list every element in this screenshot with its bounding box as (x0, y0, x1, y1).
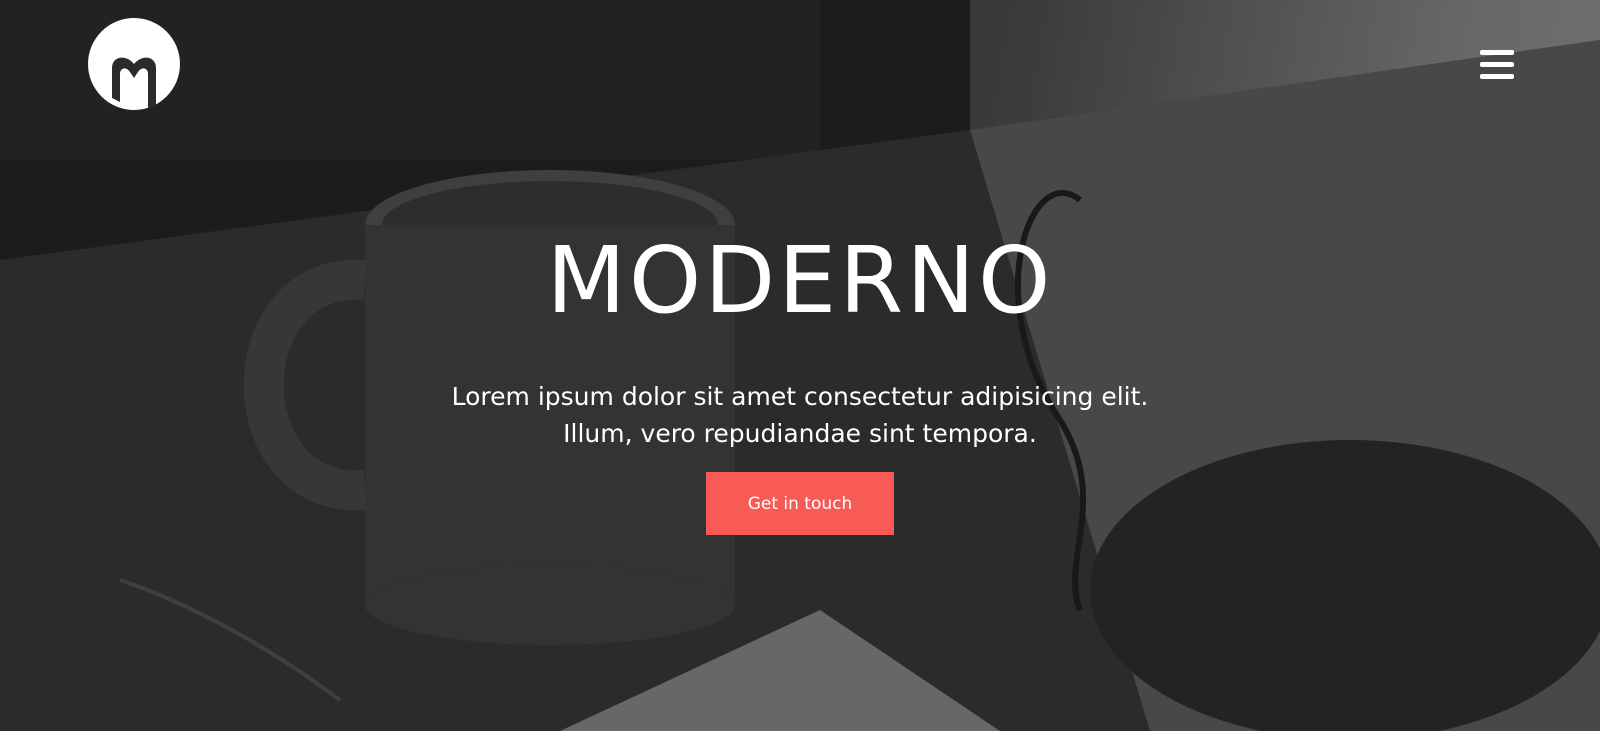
hero-content: MODERNO Lorem ipsum dolor sit amet conse… (0, 226, 1600, 535)
menu-bar (1480, 74, 1514, 79)
hero-subtitle: Lorem ipsum dolor sit amet consectetur a… (420, 378, 1180, 452)
m-logo-icon (88, 18, 180, 110)
hamburger-menu-icon[interactable] (1480, 50, 1514, 82)
hero-section: MODERNO Lorem ipsum dolor sit amet conse… (0, 0, 1600, 731)
hero-subtitle-line: Lorem ipsum dolor sit amet consectetur a… (451, 382, 1149, 411)
hero-title: MODERNO (546, 227, 1054, 334)
brand-logo[interactable] (88, 18, 180, 110)
menu-bar (1480, 62, 1514, 67)
menu-bar (1480, 50, 1514, 55)
hero-subtitle-line: Illum, vero repudiandae sint tempora. (563, 419, 1037, 448)
get-in-touch-button[interactable]: Get in touch (706, 472, 894, 535)
